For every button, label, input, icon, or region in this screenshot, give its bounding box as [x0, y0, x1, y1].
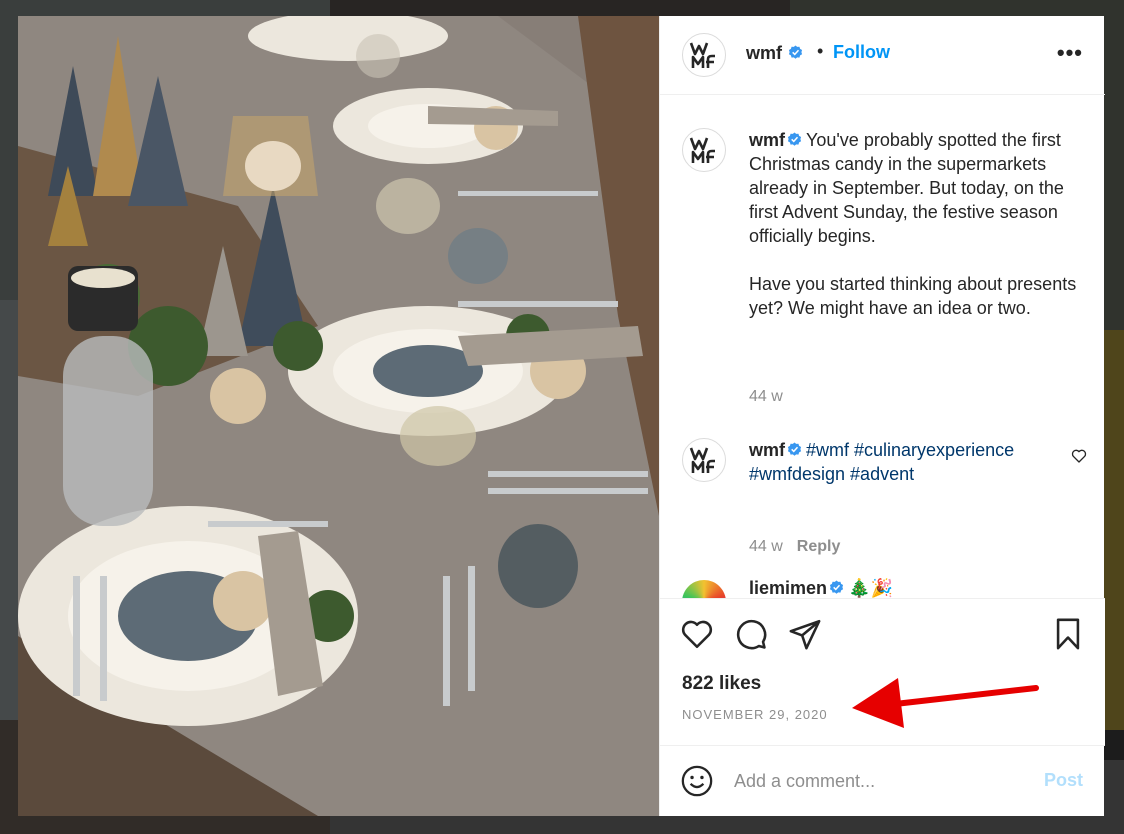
reply-button[interactable]: Reply [797, 538, 841, 555]
comment-emoji: 🎄🎉 [848, 578, 893, 598]
avatar[interactable] [682, 33, 726, 77]
caption-text: wmf You've probably spotted the first Chr… [749, 128, 1089, 320]
likes-count[interactable]: 822 likes [682, 673, 761, 695]
comment-bubble-icon[interactable] [734, 617, 768, 651]
caption-comment: wmf You've probably spotted the first Chr… [660, 96, 1105, 426]
comments-list: wmf You've probably spotted the first Chr… [660, 96, 1105, 598]
wmf-logo-icon [689, 137, 715, 163]
wmf-logo-icon [689, 42, 715, 68]
caption-body: You've probably spotted the first Christ… [749, 130, 1077, 318]
more-options-icon[interactable]: ••• [1057, 40, 1083, 66]
comment-input[interactable] [734, 766, 1024, 796]
hashtag-text: wmf #wmf #culinaryexperience #wmfdesign #… [749, 438, 1059, 486]
wmf-logo-icon [689, 447, 715, 473]
comment-username[interactable]: liemimen [749, 578, 827, 598]
comment-timestamp[interactable]: 44 w [749, 538, 783, 555]
smiley-icon[interactable] [680, 764, 714, 798]
post-photo [18, 16, 659, 816]
heart-icon[interactable] [680, 617, 714, 651]
comment-username[interactable]: wmf [749, 130, 785, 150]
partial-comment-text: liemimen 🎄🎉 [749, 576, 1089, 598]
hashtag-comment: wmf #wmf #culinaryexperience #wmfdesign #… [660, 426, 1105, 566]
verified-badge-icon [787, 442, 802, 456]
post-actions-section: 822 likes NOVEMBER 29, 2020 [660, 598, 1105, 746]
verified-badge-icon [789, 45, 803, 59]
partial-comment: liemimen 🎄🎉 [660, 566, 1105, 598]
verified-badge-icon [829, 580, 844, 594]
post-comment-button[interactable]: Post [1044, 770, 1083, 791]
separator-dot: • [817, 41, 824, 61]
avatar[interactable] [682, 128, 726, 172]
heart-small-icon[interactable] [1071, 448, 1087, 464]
follow-button[interactable]: Follow [833, 42, 890, 63]
verified-badge-icon [787, 132, 802, 146]
post-details-panel: wmf • Follow ••• wmf You've probably spot… [659, 16, 1105, 816]
comment-meta: 44 w Reply [749, 538, 840, 556]
caption-timestamp[interactable]: 44 w [749, 388, 783, 406]
avatar[interactable] [682, 580, 726, 598]
post-username[interactable]: wmf [746, 43, 803, 64]
avatar[interactable] [682, 438, 726, 482]
paper-plane-icon[interactable] [788, 617, 822, 651]
username-text[interactable]: wmf [746, 43, 782, 63]
post-date: NOVEMBER 29, 2020 [682, 707, 828, 722]
add-comment-bar: Post [660, 746, 1105, 816]
bookmark-icon[interactable] [1051, 617, 1085, 651]
post-header: wmf • Follow ••• [660, 16, 1105, 95]
comment-username[interactable]: wmf [749, 440, 785, 460]
table-setting-illustration [18, 16, 659, 816]
